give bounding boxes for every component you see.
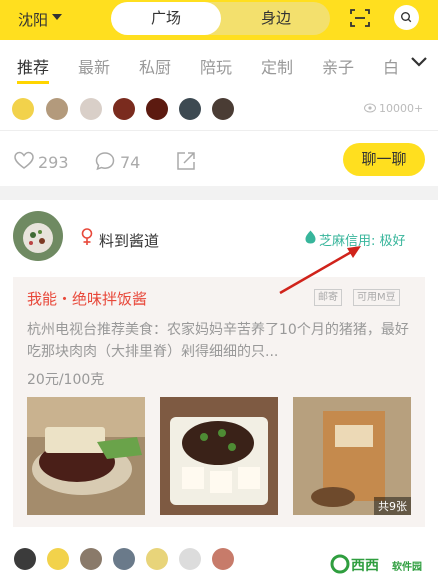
avatar[interactable] [212, 548, 234, 570]
avatar[interactable] [80, 548, 102, 570]
avatar[interactable] [113, 98, 135, 120]
comment-count: 74 [120, 153, 141, 172]
category-tab-parenting[interactable]: 亲子 [322, 54, 354, 78]
post-card: 料到酱道 芝麻信用: 极好 我能・绝味拌饭酱 邮寄 可用M豆 杭州电视台推荐美食… [0, 200, 438, 540]
post-photo[interactable] [27, 397, 145, 515]
plaza-nearby-switch: 广场 身边 [111, 2, 330, 35]
category-tabs: 推荐 最新 私厨 陪玩 定制 亲子 白 [0, 40, 438, 86]
category-tab-custom[interactable]: 定制 [261, 54, 293, 78]
female-icon [81, 228, 93, 245]
search-button[interactable] [394, 5, 419, 30]
watermark: 西西 软件园 [330, 552, 435, 577]
like-count: 293 [38, 153, 69, 172]
category-tab-private-kitchen[interactable]: 私厨 [139, 54, 171, 78]
user-avatar[interactable] [13, 211, 63, 261]
tab-plaza[interactable]: 广场 [111, 2, 221, 35]
search-icon [400, 11, 412, 23]
category-tab-more[interactable]: 白 [383, 54, 399, 78]
divider [0, 130, 438, 131]
view-count-value: 10000+ [379, 102, 424, 115]
avatar[interactable] [146, 98, 168, 120]
avatar[interactable] [212, 98, 234, 120]
avatar[interactable] [179, 98, 201, 120]
avatar[interactable] [47, 548, 69, 570]
avatar[interactable] [12, 98, 34, 120]
food-image [160, 397, 278, 515]
chat-button[interactable]: 聊一聊 [343, 143, 425, 176]
avatar[interactable] [46, 98, 68, 120]
comment-icon[interactable] [95, 151, 115, 171]
post-price: 20元/100克 [27, 372, 105, 388]
watermark-logo [330, 554, 350, 574]
chevron-down-icon[interactable] [410, 56, 428, 68]
post-card: 10000+ 293 74 聊一聊 [0, 86, 438, 186]
avatar[interactable] [14, 548, 36, 570]
active-tab-underline [17, 81, 49, 84]
watermark-brand: 西西 [351, 558, 379, 574]
photo-count: 共9张 [374, 497, 411, 515]
avatar-image [13, 211, 63, 261]
post-body[interactable]: 我能・绝味拌饭酱 邮寄 可用M豆 杭州电视台推荐美食：农家妈妈辛苦养了10个月的… [13, 277, 425, 527]
avatar[interactable] [113, 548, 135, 570]
chevron-down-icon[interactable] [52, 14, 62, 20]
flame-icon [305, 230, 316, 244]
avatar[interactable] [146, 548, 168, 570]
category-tab-recommend[interactable]: 推荐 [17, 54, 49, 78]
avatar[interactable] [179, 548, 201, 570]
eye-icon [364, 103, 376, 113]
view-count: 10000+ [364, 102, 423, 115]
avatar[interactable] [80, 98, 102, 120]
scan-icon[interactable] [350, 9, 370, 27]
tab-nearby[interactable]: 身边 [221, 2, 331, 35]
watermark-sub: 软件园 [392, 562, 422, 573]
annotation-arrow [279, 246, 361, 295]
heart-icon[interactable] [14, 151, 34, 171]
post-title[interactable]: 我能・绝味拌饭酱 [27, 288, 147, 309]
post-description: 杭州电视台推荐美食：农家妈妈辛苦养了10个月的猪猪，最好吃那块肉肉（大排里脊）剁… [27, 322, 409, 360]
category-tab-companion[interactable]: 陪玩 [200, 54, 232, 78]
username[interactable]: 料到酱道 [99, 230, 159, 251]
city-selector[interactable]: 沈阳 [18, 9, 48, 30]
post-photo[interactable]: 共9张 [293, 397, 411, 515]
category-tab-latest[interactable]: 最新 [78, 54, 110, 78]
food-image [27, 397, 145, 515]
share-icon[interactable] [176, 151, 196, 171]
top-bar: 沈阳 广场 身边 [0, 0, 438, 40]
post-photo[interactable] [160, 397, 278, 515]
